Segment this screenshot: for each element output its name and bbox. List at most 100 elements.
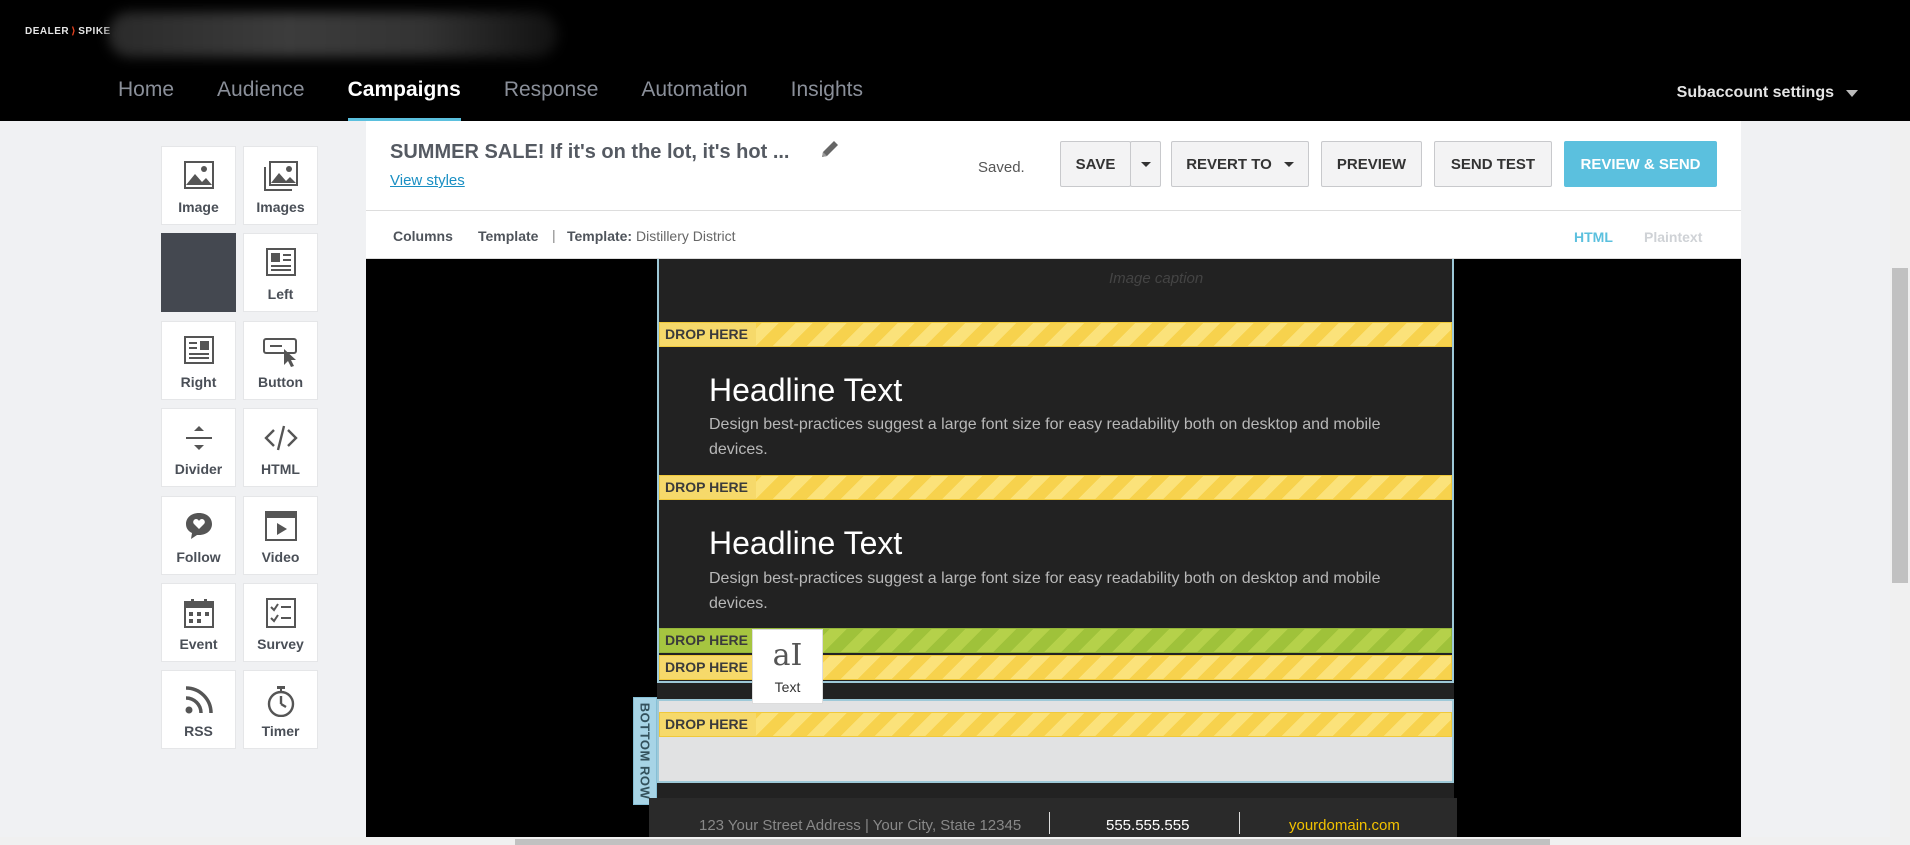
editor-subheader: Columns Template | Template: Distillery …	[366, 211, 1741, 259]
drop-zone[interactable]: DROP HERE	[659, 322, 1452, 347]
tile-survey[interactable]: Survey	[243, 583, 318, 662]
footer-domain[interactable]: yourdomain.com	[1289, 817, 1400, 834]
caret-down-icon	[1140, 161, 1151, 167]
logo-text-right: SPIKE	[78, 26, 111, 37]
layout-right-icon	[183, 336, 214, 364]
dealer-spike-logo[interactable]: DEALER ⟩ SPIKE	[25, 26, 111, 37]
tile-divider-label: Divider	[174, 461, 223, 477]
headline-text[interactable]: Headline Text	[709, 525, 902, 562]
dragging-text-tile[interactable]: aI Text	[752, 629, 823, 704]
tile-follow[interactable]: Follow	[161, 496, 236, 575]
video-icon	[264, 511, 297, 541]
main-nav: Home Audience Campaigns Response Automat…	[118, 78, 906, 121]
body-text[interactable]: Design best-practices suggest a large fo…	[709, 566, 1419, 616]
plaintext-format-toggle[interactable]: Plaintext	[1644, 229, 1702, 245]
template-tab[interactable]: Template	[478, 228, 538, 244]
calendar-icon	[183, 599, 214, 628]
bottom-row-label: BOTTOM ROW	[637, 702, 653, 800]
drop-zone-label: DROP HERE	[660, 323, 756, 346]
tile-video-label: Video	[261, 549, 300, 565]
campaign-editor: SUMMER SALE! If it's on the lot, it's ho…	[366, 121, 1741, 845]
footer-address[interactable]: 123 Your Street Address | Your City, Sta…	[699, 817, 1021, 834]
tile-event-label: Event	[179, 636, 218, 652]
checklist-icon	[265, 598, 296, 628]
revert-to-dropdown[interactable]: REVERT TO	[1171, 141, 1309, 187]
tile-follow-label: Follow	[176, 549, 221, 565]
tile-right-label: Right	[180, 374, 217, 390]
campaign-title[interactable]: SUMMER SALE! If it's on the lot, it's ho…	[390, 141, 790, 164]
images-icon	[263, 161, 298, 191]
send-test-button[interactable]: SEND TEST	[1434, 141, 1552, 187]
template-name: Distillery District	[635, 228, 736, 244]
drop-zone-label: DROP HERE	[660, 713, 756, 736]
tile-divider[interactable]: Divider	[161, 408, 236, 487]
save-button-label: SAVE	[1075, 155, 1116, 173]
subheader-separator: |	[552, 227, 556, 243]
nav-insights[interactable]: Insights	[791, 78, 863, 121]
drop-zone[interactable]: DROP HERE	[659, 712, 1452, 737]
tile-blank-dragging[interactable]	[161, 233, 236, 312]
pencil-edit-icon[interactable]	[820, 139, 840, 159]
image-caption[interactable]: Image caption	[1109, 270, 1203, 287]
stopwatch-icon	[267, 686, 294, 717]
tile-button[interactable]: Button	[243, 321, 318, 400]
view-styles-link[interactable]: View styles	[390, 172, 465, 189]
text-tile-icon: aI	[772, 638, 803, 673]
vertical-scroll-thumb[interactable]	[1892, 268, 1908, 583]
caret-down-icon	[1283, 161, 1294, 167]
caret-down-icon	[1846, 89, 1858, 97]
nav-campaigns[interactable]: Campaigns	[347, 78, 462, 121]
preview-button[interactable]: PREVIEW	[1321, 141, 1422, 187]
template-info-label: Template:	[567, 228, 633, 244]
drop-zone[interactable]: DROP HERE	[659, 475, 1452, 500]
tile-left-label: Left	[267, 286, 294, 302]
horizontal-scroll-thumb[interactable]	[515, 839, 1550, 845]
html-format-toggle[interactable]: HTML	[1574, 229, 1613, 245]
tile-html[interactable]: HTML	[243, 408, 318, 487]
tile-rss[interactable]: RSS	[161, 670, 236, 749]
preview-label: PREVIEW	[1336, 155, 1407, 173]
blurred-account-name	[108, 12, 558, 57]
save-status: Saved.	[978, 159, 1025, 176]
tile-html-label: HTML	[261, 461, 300, 477]
tile-image[interactable]: Image	[161, 146, 236, 225]
logo-text-left: DEALER	[25, 26, 70, 37]
tile-button-label: Button	[257, 374, 304, 390]
tile-rss-label: RSS	[184, 723, 213, 739]
save-options-dropdown[interactable]	[1130, 141, 1161, 187]
revert-to-label: REVERT TO	[1186, 155, 1272, 173]
heart-bubble-icon	[185, 513, 212, 539]
drop-zone-label: DROP HERE	[660, 629, 756, 652]
headline-text[interactable]: Headline Text	[709, 372, 902, 409]
footer-divider	[1049, 812, 1050, 834]
nav-audience[interactable]: Audience	[217, 78, 305, 121]
tile-timer[interactable]: Timer	[243, 670, 318, 749]
footer-phone[interactable]: 555.555.555	[1106, 817, 1189, 834]
columns-tab[interactable]: Columns	[393, 228, 453, 244]
tile-right[interactable]: Right	[161, 321, 236, 400]
save-button[interactable]: SAVE	[1060, 141, 1131, 187]
top-bar: DEALER ⟩ SPIKE Home Audience Campaigns Res…	[0, 0, 1910, 121]
tile-left[interactable]: Left	[243, 233, 318, 312]
nav-response[interactable]: Response	[504, 78, 599, 121]
editor-header: SUMMER SALE! If it's on the lot, it's ho…	[366, 121, 1741, 211]
drop-zone-label: DROP HERE	[660, 656, 756, 679]
tile-timer-label: Timer	[261, 723, 300, 739]
send-test-label: SEND TEST	[1450, 155, 1536, 173]
bottom-row-tab[interactable]: BOTTOM ROW	[633, 697, 657, 805]
image-icon	[183, 161, 214, 189]
review-and-send-button[interactable]: REVIEW & SEND	[1564, 141, 1717, 187]
subaccount-settings-menu[interactable]: Subaccount settings	[1677, 84, 1858, 102]
review-and-send-label: REVIEW & SEND	[1580, 155, 1701, 173]
tile-video[interactable]: Video	[243, 496, 318, 575]
nav-automation[interactable]: Automation	[641, 78, 747, 121]
template-info: Template: Distillery District	[567, 228, 736, 244]
nav-home[interactable]: Home	[118, 78, 174, 121]
tile-survey-label: Survey	[257, 636, 304, 652]
body-text[interactable]: Design best-practices suggest a large fo…	[709, 412, 1419, 462]
footer-divider	[1239, 812, 1240, 834]
tile-image-label: Image	[178, 199, 219, 215]
code-icon	[263, 425, 298, 451]
tile-event[interactable]: Event	[161, 583, 236, 662]
tile-images[interactable]: Images	[243, 146, 318, 225]
